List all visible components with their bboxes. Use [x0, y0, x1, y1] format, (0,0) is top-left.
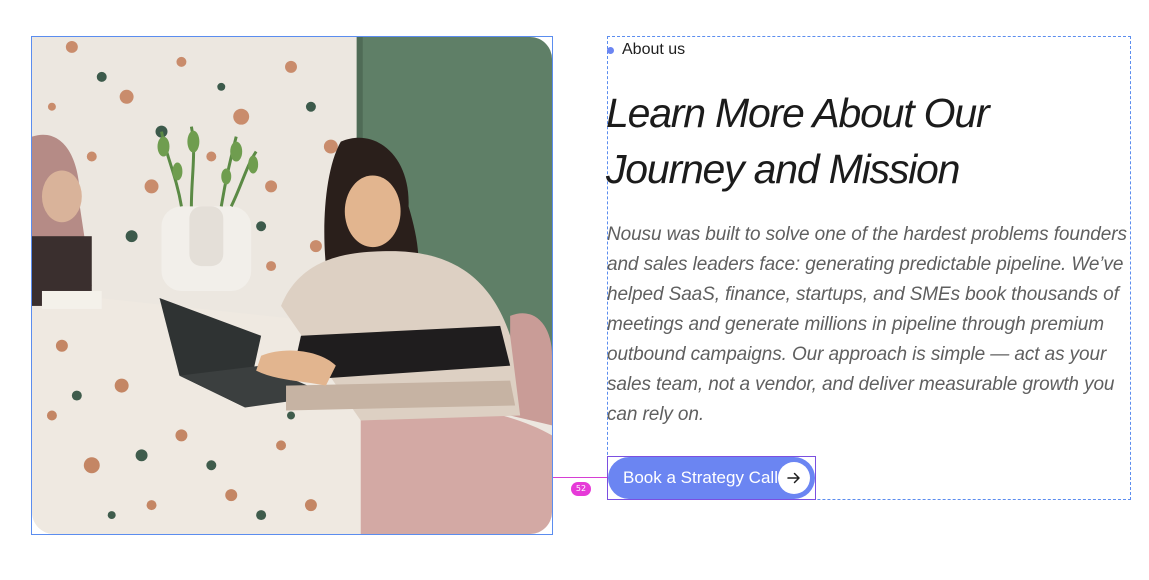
eyebrow-label: About us: [622, 41, 686, 58]
about-text-container[interactable]: About us Learn More About Our Journey an…: [606, 36, 1131, 500]
about-image-clip: [32, 37, 552, 534]
about-image-frame[interactable]: [31, 36, 553, 535]
arrow-right-icon: [778, 462, 810, 494]
spacing-guide-line: [553, 477, 608, 478]
about-photo: [32, 37, 552, 534]
book-strategy-call-button[interactable]: Book a Strategy Call: [608, 457, 815, 499]
spacing-value-badge: 52: [571, 482, 591, 496]
about-section: 52 About us Learn More About Our Journey…: [0, 0, 1149, 580]
eyebrow: About us: [607, 41, 686, 59]
section-headline: Learn More About Our Journey and Mission: [606, 90, 990, 192]
eyebrow-dot-icon: [607, 46, 614, 54]
section-body: Nousu was built to solve one of the hard…: [607, 224, 1127, 425]
cta-label: Book a Strategy Call: [623, 468, 778, 487]
